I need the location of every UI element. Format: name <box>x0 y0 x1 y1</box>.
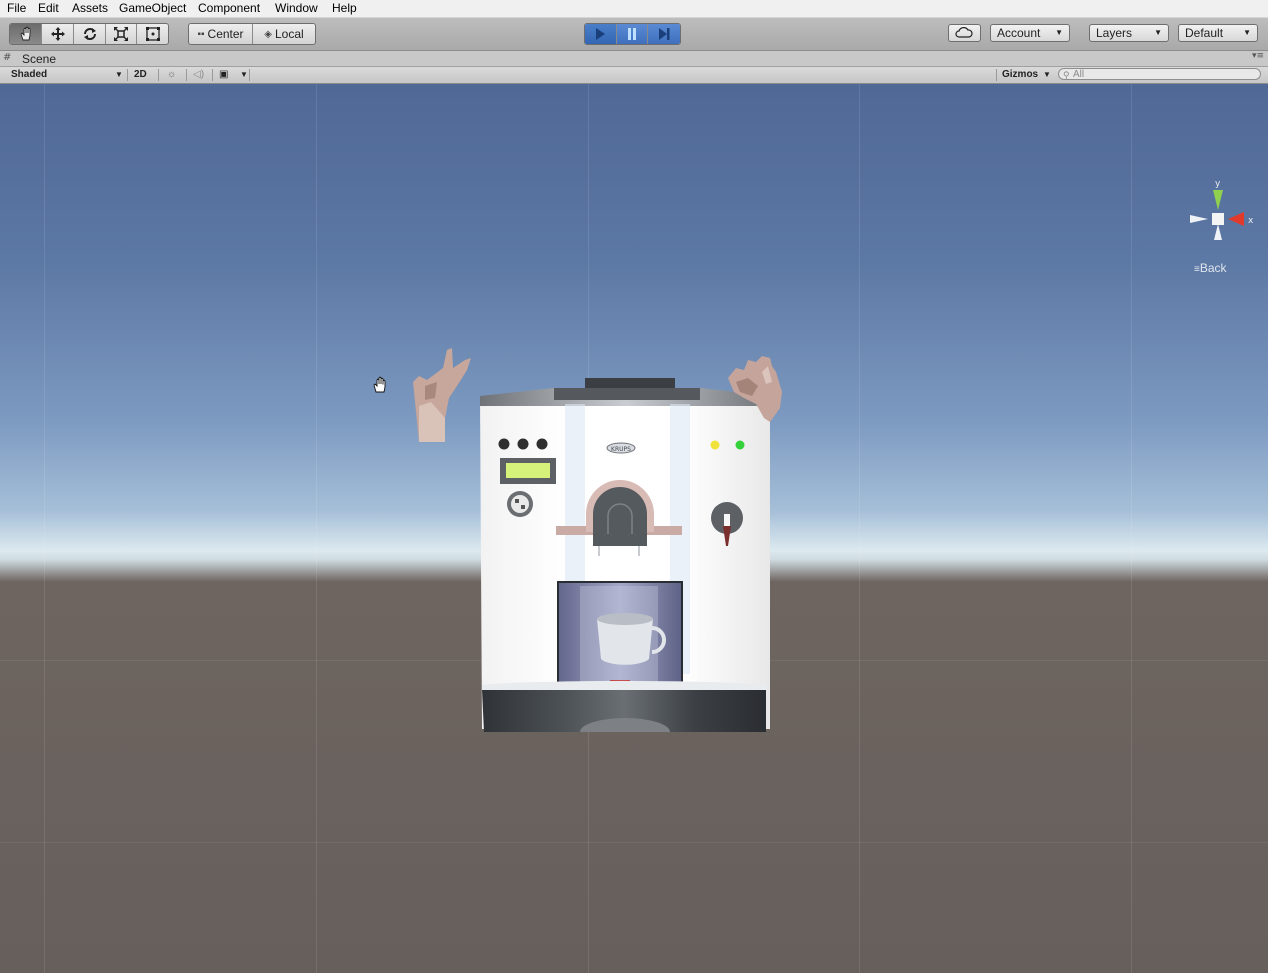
divider <box>158 69 159 81</box>
menu-edit[interactable]: Edit <box>37 1 60 16</box>
grid-line <box>316 84 317 973</box>
scene-tab[interactable]: Scene <box>22 52 56 66</box>
chevron-down-icon: ▼ <box>1043 70 1051 79</box>
pivot-local-label: Local <box>275 27 304 41</box>
divider <box>996 69 997 81</box>
divider <box>212 69 213 81</box>
toggle-2d-button[interactable]: 2D <box>134 68 147 82</box>
pivot-center-label: Center <box>207 27 244 41</box>
hand-icon <box>19 26 30 41</box>
pause-icon <box>628 28 636 40</box>
orientation-gizmo[interactable]: y x ≡Back <box>1188 176 1260 276</box>
pivot-local-button[interactable]: ◈ Local <box>253 24 315 44</box>
view-label: ≡Back <box>1194 261 1227 275</box>
divider <box>127 69 128 81</box>
scale-icon <box>114 27 128 41</box>
divider <box>249 69 250 81</box>
chevron-down-icon: ▼ <box>115 70 123 79</box>
pause-button[interactable] <box>616 24 649 44</box>
axis-x-label: x <box>1248 216 1254 226</box>
grid-line <box>0 842 1268 843</box>
pivot-toggles: ▪▪ Center ◈ Local <box>188 23 316 45</box>
chevron-down-icon: ▼ <box>1154 28 1162 37</box>
move-icon <box>50 27 65 41</box>
pivot-center-button[interactable]: ▪▪ Center <box>189 24 253 44</box>
rect-tool-button[interactable] <box>137 24 168 44</box>
divider <box>186 69 187 81</box>
scale-tool-button[interactable] <box>106 24 137 44</box>
hand-tool-button[interactable] <box>10 24 42 44</box>
menu-window[interactable]: Window <box>274 1 319 16</box>
rotate-icon <box>83 28 96 40</box>
menu-file[interactable]: File <box>6 1 27 16</box>
layout-label: Default <box>1185 26 1224 40</box>
move-tool-button[interactable] <box>42 24 74 44</box>
right-hand-model <box>722 352 786 435</box>
scene-tab-bar: # Scene ▾≡ <box>0 51 1268 67</box>
account-dropdown[interactable]: Account ▼ <box>990 24 1070 42</box>
playmode-controls <box>584 23 681 45</box>
grid-icon: # <box>3 52 12 63</box>
menu-help[interactable]: Help <box>331 1 358 16</box>
scene-viewport[interactable]: y x ≡Back KRUPS <box>0 84 1268 973</box>
lighting-toggle-icon[interactable]: ☼ <box>167 68 176 82</box>
layers-dropdown[interactable]: Layers ▼ <box>1089 24 1169 42</box>
brand-logo: KRUPS <box>611 446 631 453</box>
search-placeholder: All <box>1073 69 1085 80</box>
account-label: Account <box>997 26 1041 40</box>
axis-y-label: y <box>1215 179 1221 189</box>
play-button[interactable] <box>585 24 617 44</box>
step-icon <box>659 28 670 40</box>
effects-toggle-icon[interactable]: ▣ <box>219 68 228 82</box>
play-icon <box>596 28 606 40</box>
grid-line <box>44 84 45 973</box>
grid-line <box>859 84 860 973</box>
menu-bar: File Edit Assets GameObject Component Wi… <box>0 0 1268 18</box>
cloud-icon <box>955 27 973 38</box>
chevron-down-icon: ▼ <box>240 70 248 79</box>
chevron-down-icon: ▼ <box>1055 28 1063 37</box>
search-icon: ⚲ <box>1063 70 1070 80</box>
main-toolbar: ▪▪ Center ◈ Local Account ▼ Layers ▼ Default… <box>0 18 1268 51</box>
pan-hand-cursor-icon <box>372 376 388 397</box>
transform-tools <box>9 23 169 45</box>
scene-search-input[interactable]: ⚲ All <box>1058 68 1261 80</box>
left-hand-render <box>413 348 471 442</box>
rect-transform-icon <box>145 27 160 41</box>
axis-gizmo-icon: y x <box>1190 179 1254 240</box>
rotate-tool-button[interactable] <box>74 24 106 44</box>
grid-line <box>1131 84 1132 973</box>
menu-gameobject[interactable]: GameObject <box>118 1 187 16</box>
pivot-center-icon: ▪▪ <box>197 28 205 40</box>
collab-cloud-button[interactable] <box>948 24 981 42</box>
layers-label: Layers <box>1096 26 1133 40</box>
right-hand-render <box>728 356 782 422</box>
layout-dropdown[interactable]: Default ▼ <box>1178 24 1258 42</box>
local-cube-icon: ◈ <box>264 28 272 40</box>
menu-assets[interactable]: Assets <box>71 1 109 16</box>
chevron-down-icon: ▼ <box>1243 28 1251 37</box>
left-hand-model <box>405 346 477 449</box>
tab-menu-icon[interactable]: ▾≡ <box>1252 51 1264 61</box>
menu-component[interactable]: Component <box>197 1 261 16</box>
step-button[interactable] <box>648 24 680 44</box>
draw-mode-dropdown[interactable]: Shaded <box>11 68 47 82</box>
scene-control-bar: Shaded ▼ 2D ☼ ◁) ▣ ▼ Gizmos ▼ ⚲ All <box>0 67 1268 84</box>
gizmos-dropdown[interactable]: Gizmos <box>1002 68 1038 82</box>
audio-toggle-icon[interactable]: ◁) <box>193 68 204 82</box>
